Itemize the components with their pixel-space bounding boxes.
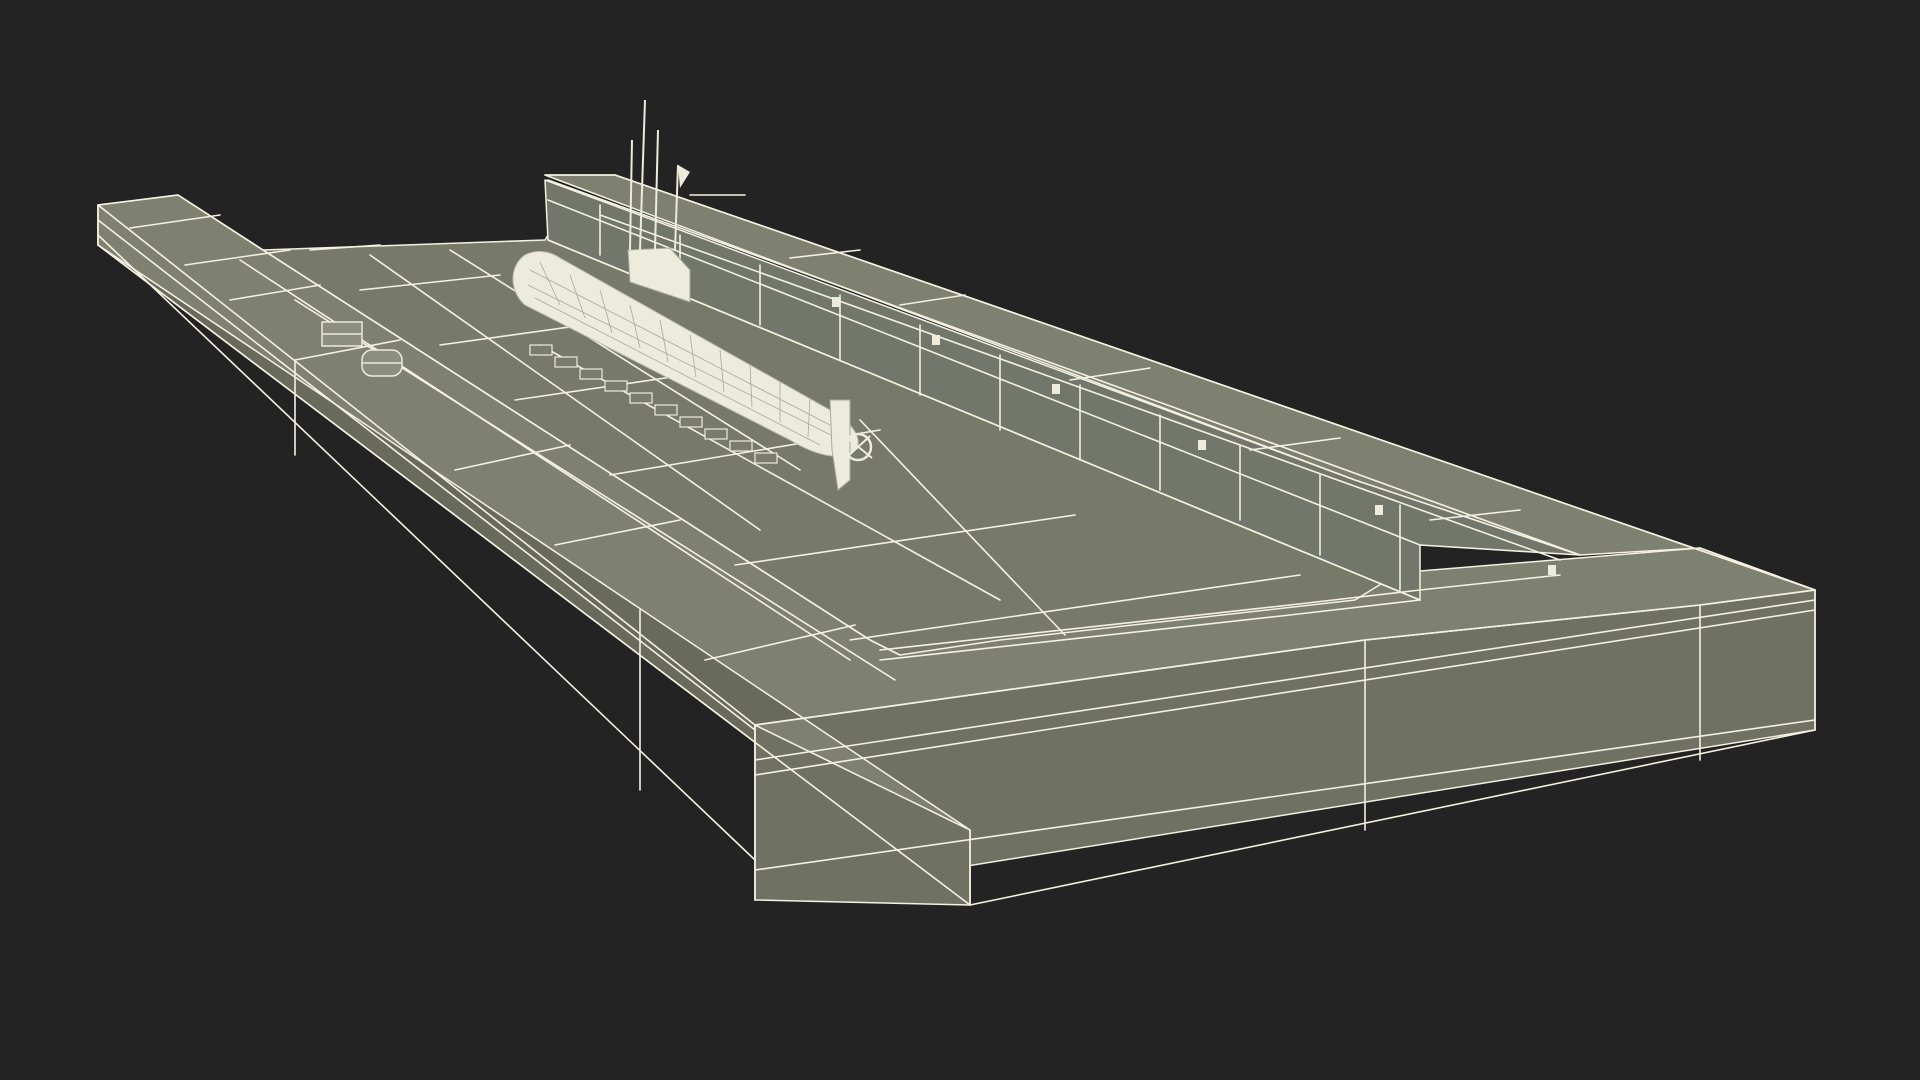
viewport [0, 0, 1920, 1080]
dry-dock-render [0, 0, 1920, 1080]
